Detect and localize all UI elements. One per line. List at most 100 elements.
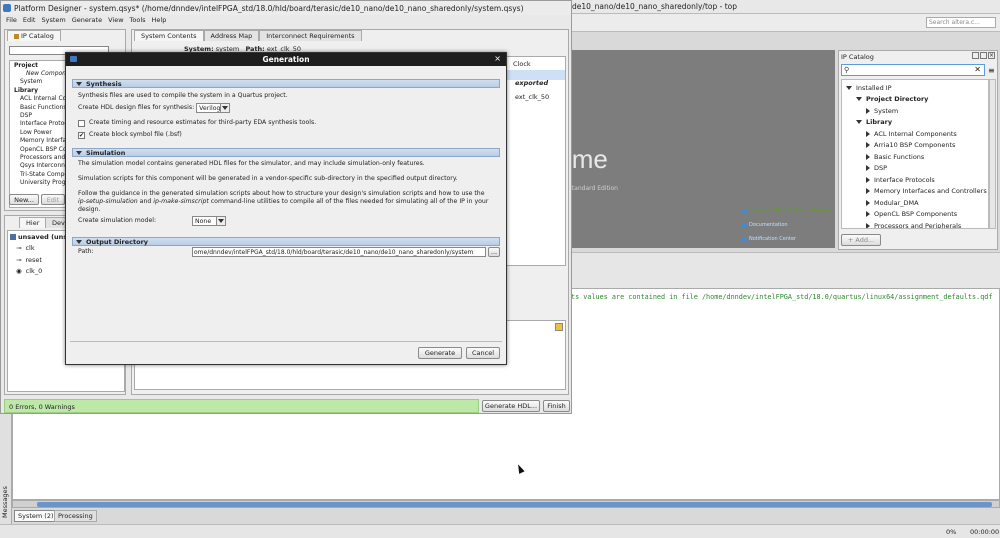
generate-button[interactable]: Generate bbox=[418, 347, 462, 359]
output-directory-header[interactable]: Output Directory bbox=[72, 237, 500, 246]
simulation-header[interactable]: Simulation bbox=[72, 148, 500, 157]
dialog-close-icon[interactable]: × bbox=[494, 54, 501, 63]
tab-system-contents[interactable]: System Contents bbox=[134, 30, 204, 41]
menu-tools[interactable]: Tools bbox=[127, 16, 149, 25]
hdl-language-select[interactable]: Verilog bbox=[196, 103, 231, 113]
messages-toolbar-strip bbox=[570, 252, 1000, 288]
progress-percent: 0% bbox=[946, 528, 957, 536]
platform-designer-app-icon bbox=[3, 4, 11, 12]
ip-tree-item[interactable]: Project Directory bbox=[842, 94, 988, 106]
collapsed-icon bbox=[866, 130, 870, 137]
timing-estimates-label: Create timing and resource estimates for… bbox=[89, 119, 317, 126]
chevron-down-icon bbox=[220, 104, 230, 112]
tab-address-map[interactable]: Address Map bbox=[203, 30, 260, 41]
cancel-button[interactable]: Cancel bbox=[466, 347, 500, 359]
clear-search-icon[interactable]: ✕ bbox=[974, 65, 981, 74]
collapsed-icon bbox=[866, 153, 870, 160]
elapsed-time: 00:00:00 bbox=[970, 528, 1000, 536]
ip-catalog-menu-icon[interactable]: ≡ bbox=[988, 66, 995, 75]
timing-estimates-checkbox[interactable] bbox=[78, 119, 85, 127]
ip-tree-item[interactable]: Memory Interfaces and Controllers bbox=[842, 186, 988, 198]
quartus-title: de10_nano/de10_nano_sharedonly/top - top bbox=[572, 2, 737, 11]
column-header-clock[interactable]: Clock bbox=[513, 60, 531, 68]
browse-button[interactable]: ... bbox=[488, 247, 500, 257]
simulation-desc-3: Follow the guidance in the generated sim… bbox=[78, 190, 489, 213]
generate-hdl-button[interactable]: Generate HDL... bbox=[482, 400, 540, 412]
simulation-desc-2: Simulation scripts for this component wi… bbox=[78, 175, 458, 182]
restore-icon[interactable] bbox=[972, 52, 979, 59]
collapsed-icon bbox=[866, 165, 870, 172]
tab-hierarchy[interactable]: Hier bbox=[19, 217, 47, 228]
menu-system[interactable]: System bbox=[38, 16, 68, 25]
close-icon[interactable]: × bbox=[988, 52, 995, 59]
menu-edit[interactable]: Edit bbox=[20, 16, 39, 25]
dialog-title: Generation bbox=[262, 55, 310, 64]
expanded-icon bbox=[846, 85, 852, 90]
bottom-tab-processing[interactable]: Processing bbox=[54, 510, 97, 522]
ip-tree-item[interactable]: ACL Internal Components bbox=[842, 128, 988, 140]
search-altera-input[interactable]: Search altera.c... bbox=[926, 17, 996, 28]
tab-interconnect-requirements[interactable]: Interconnect Requirements bbox=[259, 30, 362, 41]
system-icon bbox=[10, 233, 16, 240]
ip-tree-item[interactable]: Arria10 BSP Components bbox=[842, 140, 988, 152]
ip-tree-item[interactable]: DSP bbox=[842, 163, 988, 175]
synthesis-header[interactable]: Synthesis bbox=[72, 79, 500, 88]
search-icon: ⚲ bbox=[844, 66, 850, 74]
notification-icon bbox=[742, 236, 747, 242]
sim-model-select[interactable]: None bbox=[192, 216, 226, 226]
bsf-label: Create block symbol file (.bsf) bbox=[89, 131, 182, 138]
ip-catalog-search-input[interactable]: ⚲ ✕ bbox=[841, 64, 985, 76]
bottom-tab-system[interactable]: System (2) bbox=[14, 510, 58, 522]
ip-tree-item[interactable]: Basic Functions bbox=[842, 151, 988, 163]
menu-generate[interactable]: Generate bbox=[69, 16, 105, 25]
status-bar: 0% 00:00:00 bbox=[0, 524, 1000, 538]
simulation-section: Simulation The simulation model contains… bbox=[72, 148, 500, 226]
dialog-divider bbox=[70, 341, 502, 342]
menu-file[interactable]: File bbox=[3, 16, 20, 25]
messages-scrollbar[interactable] bbox=[12, 500, 1000, 508]
leaf-icon bbox=[866, 107, 870, 114]
quartus-titlebar: de10_nano/de10_nano_sharedonly/top - top bbox=[570, 0, 1000, 14]
splash-link-notification[interactable]: Notification Center bbox=[742, 236, 796, 242]
chevron-down-icon bbox=[216, 217, 225, 225]
expanded-icon bbox=[856, 97, 862, 102]
bsf-checkbox[interactable]: ✔ bbox=[78, 131, 85, 139]
ip-tree-item[interactable]: Processors and Peripherals bbox=[842, 220, 988, 228]
splash-link-documentation[interactable]: Documentation bbox=[742, 222, 788, 228]
ip-catalog-tree: Installed IP Project Directory System Libra… bbox=[841, 79, 989, 229]
synthesis-section: Synthesis Synthesis files are used to co… bbox=[72, 79, 500, 139]
component-icon: ◉ bbox=[16, 267, 22, 276]
pd-status-bar: 0 Errors, 0 Warnings bbox=[4, 399, 479, 413]
collapsed-icon bbox=[866, 188, 870, 195]
quartus-ip-catalog: IP Catalog × ⚲ ✕ ≡ Installed IP Project D… bbox=[838, 50, 998, 250]
dialog-titlebar: Generation × bbox=[66, 53, 506, 66]
ip-catalog-title: IP Catalog bbox=[841, 53, 874, 61]
ip-catalog-tab-icon bbox=[14, 33, 19, 39]
sim-model-label: Create simulation model: bbox=[78, 217, 157, 224]
splash-edition: Standard Edition bbox=[568, 185, 618, 192]
reset-port-icon: ⊸ bbox=[16, 255, 22, 264]
output-path-label: Path: bbox=[78, 248, 94, 255]
new-component-button[interactable]: New... bbox=[9, 194, 39, 205]
edit-component-button[interactable]: Edit bbox=[41, 194, 65, 205]
finish-button[interactable]: Finish bbox=[543, 400, 570, 412]
ip-tree-scrollbar[interactable] bbox=[989, 79, 996, 229]
splash-link-download[interactable]: Download New Software Release bbox=[742, 208, 831, 214]
tab-ip-catalog[interactable]: IP Catalog bbox=[7, 30, 61, 41]
ip-tree-item[interactable]: OpenCL BSP Components bbox=[842, 209, 988, 221]
menu-help[interactable]: Help bbox=[149, 16, 170, 25]
message-line[interactable]: ts values are contained in file /home/dn… bbox=[571, 293, 992, 301]
output-path-input[interactable]: ome/dnndev/intelFPGA_std/18.0/hld/board/… bbox=[192, 247, 486, 257]
ip-tree-item[interactable]: Installed IP bbox=[842, 82, 988, 94]
ip-tree-item[interactable]: System bbox=[842, 105, 988, 117]
ip-tree-item[interactable]: Modular_DMA bbox=[842, 197, 988, 209]
collapsed-icon bbox=[866, 211, 870, 218]
maximize-icon[interactable] bbox=[980, 52, 987, 59]
menu-view[interactable]: View bbox=[105, 16, 126, 25]
ip-tree-item[interactable]: Library bbox=[842, 117, 988, 129]
lower-filter-icon[interactable] bbox=[555, 323, 563, 331]
add-ip-button[interactable]: + Add... bbox=[841, 234, 881, 246]
ip-tree-item[interactable]: Interface Protocols bbox=[842, 174, 988, 186]
collapse-synthesis-icon bbox=[76, 81, 82, 86]
errors-warnings-status: 0 Errors, 0 Warnings bbox=[9, 403, 75, 411]
